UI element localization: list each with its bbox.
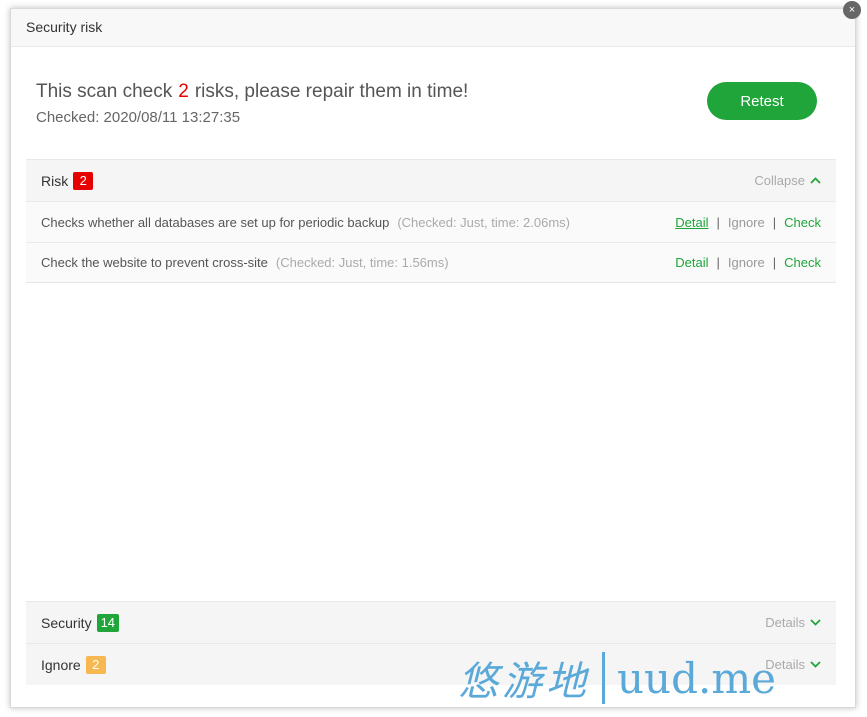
security-panel: Security 14 Details — [26, 601, 836, 643]
risk-item-actions: Detail | Ignore | Check — [675, 255, 821, 270]
checked-time-line: Checked: 2020/08/11 13:27:35 — [36, 109, 468, 126]
scan-summary: This scan check 2 risks, please repair the… — [36, 81, 468, 126]
detail-link[interactable]: Detail — [675, 255, 708, 270]
risk-item-text: Checks whether all databases are set up … — [41, 214, 390, 230]
ignore-link[interactable]: Ignore — [728, 255, 765, 270]
dialog-title-bar: Security risk — [11, 9, 855, 47]
risk-count: 2 — [178, 81, 189, 102]
risk-item-text: Check the website to prevent cross-site — [41, 255, 268, 270]
separator: | — [716, 214, 720, 230]
dialog-title: Security risk — [26, 19, 103, 35]
chevron-down-icon — [810, 661, 821, 668]
headline-prefix: This scan check — [36, 81, 173, 102]
risk-panel-header[interactable]: Risk 2 Collapse — [26, 159, 836, 201]
collapse-toggle[interactable]: Collapse — [754, 173, 821, 188]
risk-panel-label: Risk — [41, 172, 69, 189]
security-panel-label: Security — [41, 614, 92, 631]
chevron-down-icon — [810, 619, 821, 626]
separator: | — [772, 214, 777, 230]
details-label: Details — [765, 615, 805, 630]
security-risk-dialog: Security risk × This scan check 2 risks, p… — [10, 1, 861, 708]
collapse-label: Collapse — [754, 173, 805, 188]
details-label: Details — [765, 657, 805, 672]
security-details-toggle[interactable]: Details — [765, 615, 821, 630]
ignore-details-toggle[interactable]: Details — [765, 657, 821, 672]
retest-button[interactable]: Retest — [707, 82, 817, 120]
risk-item-meta: (Checked: Just, time: 2.06ms) — [397, 214, 570, 230]
risk-item-actions: Detail | Ignore | Check — [675, 215, 821, 230]
headline-suffix: risks, please repair them in time! — [194, 81, 469, 102]
risk-item-meta: (Checked: Just, time: 1.56ms) — [275, 255, 449, 270]
separator: | — [772, 255, 777, 270]
security-count-badge: 14 — [96, 613, 120, 632]
ignore-panel-header[interactable]: Ignore 2 Details — [26, 643, 836, 685]
risk-panel: Risk 2 Collapse Checks whether all datab… — [26, 159, 836, 283]
risk-count-badge: 2 — [73, 171, 94, 190]
chevron-up-icon — [810, 177, 821, 184]
risk-item: Check the website to prevent cross-site … — [26, 242, 836, 283]
security-panel-header[interactable]: Security 14 Details — [26, 601, 836, 643]
separator: | — [716, 255, 720, 270]
ignore-panel: Ignore 2 Details — [26, 643, 836, 685]
check-link[interactable]: Check — [784, 255, 821, 270]
risk-item: Checks whether all databases are set up … — [26, 201, 836, 242]
ignore-count-badge: 2 — [85, 655, 106, 674]
ignore-panel-label: Ignore — [41, 656, 81, 673]
close-button[interactable]: × — [843, 1, 861, 19]
scan-headline: This scan check 2 risks, please repair the… — [36, 81, 468, 103]
checked-time: 2020/08/11 13:27:35 — [103, 109, 241, 126]
check-link[interactable]: Check — [784, 215, 821, 230]
detail-link[interactable]: Detail — [675, 215, 708, 230]
ignore-link[interactable]: Ignore — [728, 215, 765, 230]
checked-label: Checked: — [36, 109, 100, 126]
